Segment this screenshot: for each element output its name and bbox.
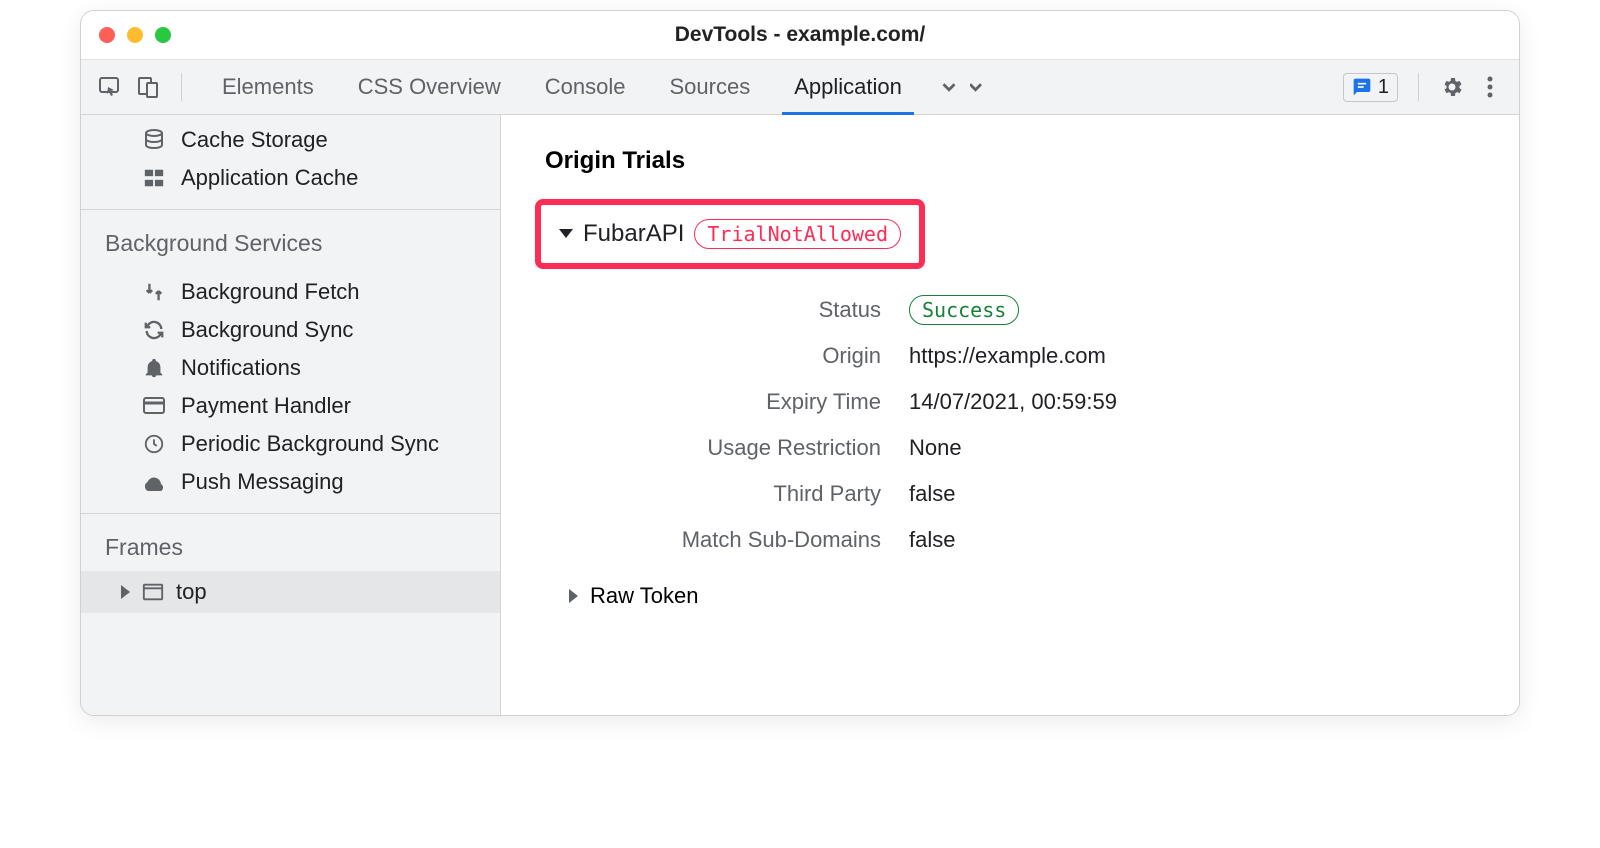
payment-icon <box>141 393 167 419</box>
tab-elements[interactable]: Elements <box>200 60 336 114</box>
detail-row-usage: Usage Restriction None <box>589 425 1491 471</box>
sidebar-item-notifications[interactable]: Notifications <box>81 349 500 387</box>
expand-icon <box>121 579 130 605</box>
frame-label: top <box>176 579 207 605</box>
collapse-icon <box>559 225 573 243</box>
sidebar-item-label: Background Sync <box>181 317 353 343</box>
detail-value: false <box>909 527 955 553</box>
trial-status-badge: TrialNotAllowed <box>694 219 901 249</box>
tab-sources[interactable]: Sources <box>647 60 772 114</box>
periodic-sync-icon <box>141 431 167 457</box>
tab-console[interactable]: Console <box>523 60 648 114</box>
toolbar: Elements CSS Overview Console Sources Ap… <box>81 59 1519 115</box>
devtools-window: DevTools - example.com/ Elements CSS Ove… <box>80 10 1520 716</box>
sidebar-item-cache-storage[interactable]: Cache Storage <box>81 121 500 159</box>
push-icon <box>141 469 167 495</box>
detail-row-subdomains: Match Sub-Domains false <box>589 517 1491 563</box>
sidebar-item-label: Cache Storage <box>181 127 328 153</box>
sidebar-header-background: Background Services <box>81 216 500 267</box>
sidebar-header-frames: Frames <box>81 520 500 571</box>
detail-row-origin: Origin https://example.com <box>589 333 1491 379</box>
detail-label: Usage Restriction <box>589 435 909 461</box>
sidebar-item-label: Push Messaging <box>181 469 344 495</box>
trial-name: FubarAPI <box>583 220 684 248</box>
device-toolbar-icon[interactable] <box>135 74 161 100</box>
notifications-icon <box>141 355 167 381</box>
settings-icon[interactable] <box>1439 74 1465 100</box>
background-fetch-icon <box>141 279 167 305</box>
toolbar-separator <box>1418 73 1419 101</box>
sidebar-item-label: Payment Handler <box>181 393 351 419</box>
origin-trial-highlight: FubarAPI TrialNotAllowed <box>535 199 925 269</box>
sidebar-item-label: Application Cache <box>181 165 358 191</box>
sidebar-item-background-fetch[interactable]: Background Fetch <box>81 273 500 311</box>
detail-label: Status <box>589 297 909 323</box>
sidebar-item-label: Background Fetch <box>181 279 360 305</box>
panel-tabs: Elements CSS Overview Console Sources Ap… <box>200 60 1006 114</box>
detail-row-status: Status Success <box>589 287 1491 333</box>
detail-row-expiry: Expiry Time 14/07/2021, 00:59:59 <box>589 379 1491 425</box>
issues-icon <box>1352 77 1372 97</box>
tab-css-overview[interactable]: CSS Overview <box>336 60 523 114</box>
inspect-element-icon[interactable] <box>97 74 123 100</box>
detail-value: https://example.com <box>909 343 1106 369</box>
detail-value: 14/07/2021, 00:59:59 <box>909 389 1117 415</box>
raw-token-label: Raw Token <box>590 583 698 609</box>
close-window-button[interactable] <box>99 27 115 43</box>
detail-label: Third Party <box>589 481 909 507</box>
detail-value: None <box>909 435 962 461</box>
minimize-window-button[interactable] <box>127 27 143 43</box>
sidebar-item-application-cache[interactable]: Application Cache <box>81 159 500 197</box>
maximize-window-button[interactable] <box>155 27 171 43</box>
sidebar: Cache Storage Application Cache Backgrou… <box>81 115 501 715</box>
sidebar-frame-top[interactable]: top <box>81 571 500 613</box>
issues-badge[interactable]: 1 <box>1343 73 1398 102</box>
sidebar-item-push-messaging[interactable]: Push Messaging <box>81 463 500 501</box>
raw-token-row[interactable]: Raw Token <box>569 583 1491 609</box>
cache-storage-icon <box>141 127 167 153</box>
app-cache-icon <box>141 165 167 191</box>
detail-label: Expiry Time <box>589 389 909 415</box>
more-options-icon[interactable] <box>1477 74 1503 100</box>
detail-label: Match Sub-Domains <box>589 527 909 553</box>
more-tabs-chevron[interactable] <box>956 60 1006 114</box>
section-title: Origin Trials <box>545 147 1491 175</box>
window-controls <box>99 27 171 43</box>
main-panel: Origin Trials FubarAPI TrialNotAllowed S… <box>501 115 1519 715</box>
window-title: DevTools - example.com/ <box>81 23 1519 47</box>
titlebar: DevTools - example.com/ <box>81 11 1519 59</box>
expand-icon <box>569 583 578 609</box>
toolbar-separator <box>181 73 182 101</box>
status-pill: Success <box>909 295 1019 325</box>
detail-row-thirdparty: Third Party false <box>589 471 1491 517</box>
sidebar-item-label: Periodic Background Sync <box>181 431 439 457</box>
background-sync-icon <box>141 317 167 343</box>
sidebar-item-periodic-sync[interactable]: Periodic Background Sync <box>81 425 500 463</box>
trial-details: Status Success Origin https://example.co… <box>589 287 1491 563</box>
detail-label: Origin <box>589 343 909 369</box>
sidebar-item-label: Notifications <box>181 355 301 381</box>
frame-icon <box>140 579 166 605</box>
detail-value: false <box>909 481 955 507</box>
sidebar-item-background-sync[interactable]: Background Sync <box>81 311 500 349</box>
tab-application[interactable]: Application <box>772 60 924 114</box>
origin-trial-row[interactable]: FubarAPI TrialNotAllowed <box>559 219 901 249</box>
issues-count: 1 <box>1378 76 1389 99</box>
sidebar-item-payment-handler[interactable]: Payment Handler <box>81 387 500 425</box>
